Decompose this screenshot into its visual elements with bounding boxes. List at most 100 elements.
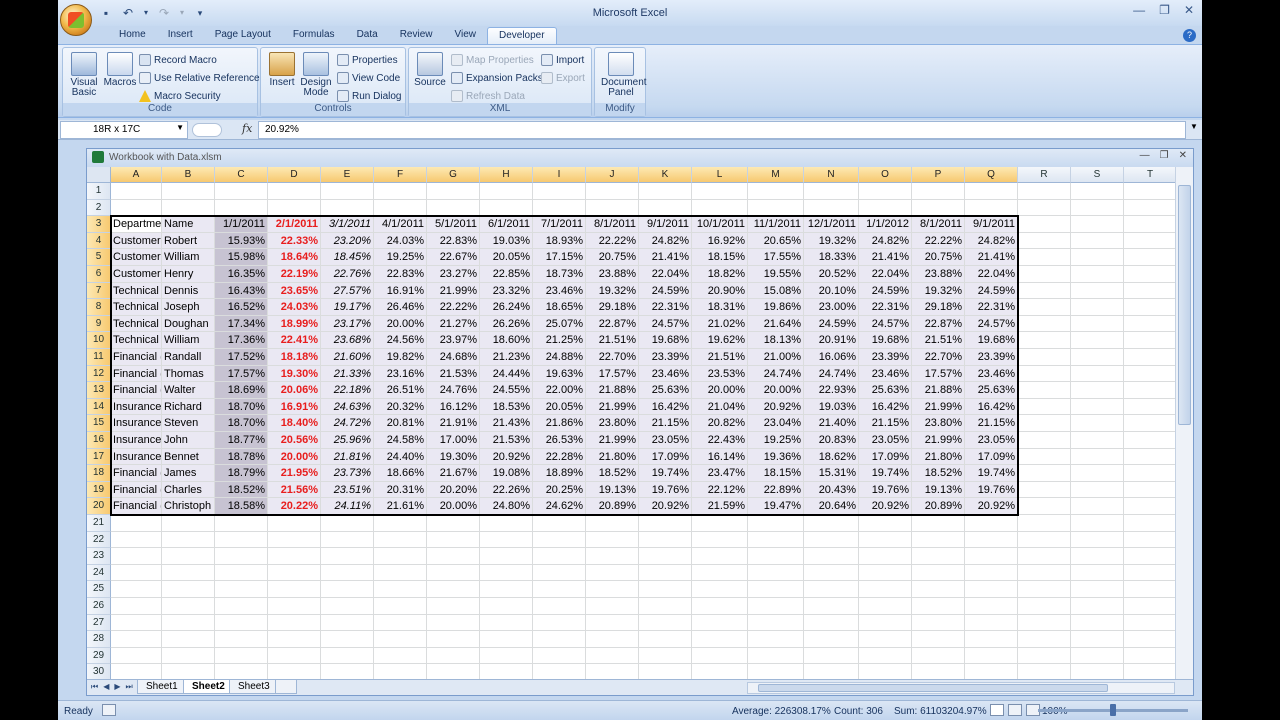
cell[interactable]: [965, 631, 1018, 648]
cell[interactable]: [912, 183, 965, 200]
cell[interactable]: [692, 515, 748, 532]
cell[interactable]: 21.56%: [268, 481, 321, 499]
cell[interactable]: [692, 183, 748, 200]
office-button[interactable]: [60, 4, 92, 36]
cell[interactable]: 24.57%: [965, 315, 1018, 333]
cell[interactable]: 9/1/2011: [639, 216, 692, 233]
cell[interactable]: [1018, 498, 1071, 515]
column-header[interactable]: P: [912, 167, 965, 183]
sheet-tab-sheet2[interactable]: Sheet2: [183, 680, 234, 694]
cell[interactable]: [586, 631, 639, 648]
cell[interactable]: 22.93%: [804, 382, 859, 399]
cell[interactable]: 18.65%: [533, 299, 586, 316]
cell[interactable]: [1018, 581, 1071, 598]
cell[interactable]: [1124, 631, 1175, 648]
cell[interactable]: Financial (: [111, 382, 162, 399]
cell[interactable]: 19.03%: [480, 232, 533, 250]
cell[interactable]: 23.27%: [427, 266, 480, 283]
cell[interactable]: 24.68%: [427, 349, 480, 366]
cell[interactable]: 21.86%: [533, 415, 586, 432]
normal-view-icon[interactable]: [990, 704, 1004, 716]
cell[interactable]: [804, 614, 859, 632]
cell[interactable]: [804, 548, 859, 565]
cell[interactable]: [321, 183, 374, 200]
cell[interactable]: 16.52%: [215, 299, 268, 316]
row-header[interactable]: 15: [87, 415, 111, 432]
cell[interactable]: 20.52%: [804, 266, 859, 283]
cell[interactable]: 19.30%: [427, 448, 480, 466]
cell[interactable]: [1018, 299, 1071, 316]
cell[interactable]: 17.57%: [912, 365, 965, 383]
cell[interactable]: Insurance: [111, 432, 162, 449]
cell[interactable]: [1124, 498, 1175, 515]
cell[interactable]: [111, 199, 162, 217]
cell[interactable]: Insurance: [111, 448, 162, 466]
cell[interactable]: [859, 614, 912, 632]
cell[interactable]: 17.09%: [859, 448, 912, 466]
cell[interactable]: [533, 647, 586, 665]
cell[interactable]: 18.62%: [804, 448, 859, 466]
cell[interactable]: 23.47%: [692, 465, 748, 482]
cell[interactable]: 18.69%: [215, 382, 268, 399]
cell[interactable]: [859, 647, 912, 665]
cell[interactable]: 20.00%: [692, 382, 748, 399]
column-header[interactable]: O: [859, 167, 912, 183]
select-all-corner[interactable]: [87, 167, 111, 183]
cell[interactable]: 23.88%: [586, 266, 639, 283]
cell[interactable]: [1071, 232, 1124, 250]
cell[interactable]: [533, 598, 586, 615]
cell[interactable]: 23.39%: [639, 349, 692, 366]
vertical-scroll-thumb[interactable]: [1178, 185, 1191, 425]
cell[interactable]: 24.72%: [321, 415, 374, 432]
cell[interactable]: [374, 183, 427, 200]
column-header[interactable]: N: [804, 167, 859, 183]
cell[interactable]: 16.43%: [215, 282, 268, 300]
source-button[interactable]: Source: [411, 52, 449, 88]
cell[interactable]: [912, 614, 965, 632]
cell[interactable]: [427, 581, 480, 598]
cell[interactable]: [268, 614, 321, 632]
cell[interactable]: 24.57%: [859, 315, 912, 333]
cell[interactable]: [1124, 615, 1175, 632]
cell[interactable]: [215, 647, 268, 665]
cell[interactable]: [859, 183, 912, 200]
cell[interactable]: [912, 631, 965, 648]
cell[interactable]: [162, 631, 215, 648]
cell[interactable]: 12/1/2011: [804, 216, 859, 233]
cell[interactable]: [1124, 349, 1175, 366]
row-header[interactable]: 27: [87, 614, 111, 632]
cell[interactable]: [586, 614, 639, 632]
cell[interactable]: [215, 199, 268, 217]
cell[interactable]: 20.81%: [374, 415, 427, 432]
tab-formulas[interactable]: Formulas: [282, 27, 346, 45]
cell[interactable]: 20.20%: [427, 481, 480, 499]
cell[interactable]: 19.82%: [374, 349, 427, 366]
row-header[interactable]: 28: [87, 631, 111, 648]
cell[interactable]: 17.09%: [965, 448, 1018, 466]
cell[interactable]: [111, 183, 162, 200]
cell[interactable]: 18.31%: [692, 299, 748, 316]
cell[interactable]: [1124, 399, 1175, 416]
cell[interactable]: 23.05%: [859, 432, 912, 449]
column-header[interactable]: A: [111, 167, 162, 183]
cell[interactable]: [1124, 415, 1175, 432]
cell[interactable]: 18.82%: [692, 266, 748, 283]
cell[interactable]: [1018, 249, 1071, 266]
cell[interactable]: 20.90%: [692, 282, 748, 300]
cell[interactable]: 21.40%: [804, 415, 859, 432]
cell[interactable]: [748, 564, 804, 582]
cell[interactable]: [533, 199, 586, 217]
cell[interactable]: 20.89%: [912, 498, 965, 515]
cell[interactable]: 25.63%: [965, 382, 1018, 399]
cell[interactable]: [1018, 232, 1071, 250]
cell[interactable]: 23.68%: [321, 332, 374, 349]
cell[interactable]: 20.89%: [586, 498, 639, 515]
cell[interactable]: [162, 581, 215, 598]
cell[interactable]: 21.23%: [480, 349, 533, 366]
cell[interactable]: 17.52%: [215, 349, 268, 366]
cell[interactable]: 21.51%: [692, 349, 748, 366]
column-header[interactable]: I: [533, 167, 586, 183]
cell[interactable]: [804, 531, 859, 549]
cell[interactable]: 19.63%: [533, 365, 586, 383]
cell[interactable]: [374, 598, 427, 615]
